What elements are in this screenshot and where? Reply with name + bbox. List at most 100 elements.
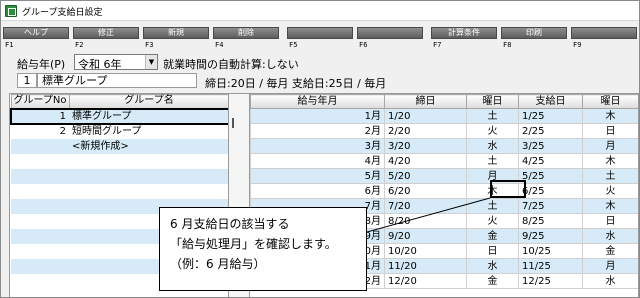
cell-pay-month[interactable]: 4月: [250, 153, 385, 169]
cell-closing-weekday[interactable]: 月: [466, 168, 519, 184]
cell-pay-weekday[interactable]: 月: [582, 258, 638, 274]
cell-closing-date[interactable]: 9/20: [384, 228, 467, 244]
fkey-f5[interactable]: F5: [287, 24, 355, 50]
cell-pay-month[interactable]: 3月: [250, 138, 385, 154]
cell-pay-month[interactable]: 6月: [250, 183, 385, 199]
cell-pay-weekday[interactable]: 木: [582, 108, 638, 124]
cell-pay-weekday[interactable]: 火: [582, 183, 638, 199]
cell-pay-date[interactable]: 8/25: [518, 213, 583, 229]
cell-closing-weekday[interactable]: 水: [466, 138, 519, 154]
fkey-f9[interactable]: F9: [571, 24, 639, 50]
cell-pay-month[interactable]: 5月: [250, 168, 385, 184]
delete-button[interactable]: 削除: [213, 27, 279, 39]
table-row[interactable]: 1月 1/20 土 1/25 木: [250, 108, 638, 124]
cell-pay-date[interactable]: 10/25: [518, 243, 583, 259]
cell-closing-date[interactable]: 3/20: [384, 138, 467, 154]
app-icon: [5, 5, 17, 17]
table-row[interactable]: 3月 3/20 水 3/25 月: [250, 138, 638, 154]
fkey-f9-button[interactable]: [571, 27, 637, 39]
table-row[interactable]: 1 標準グループ: [10, 107, 228, 125]
cell-pay-weekday[interactable]: 土: [582, 168, 638, 184]
cell-closing-weekday[interactable]: 火: [466, 213, 519, 229]
fkey-f7[interactable]: 計算条件 F7: [431, 24, 499, 50]
cell-pay-date[interactable]: 4/25: [518, 153, 583, 169]
cell-pay-date[interactable]: 2/25: [518, 123, 583, 139]
cell-closing-weekday[interactable]: 木: [466, 183, 519, 199]
cell-pay-date[interactable]: 11/25: [518, 258, 583, 274]
cell-closing-weekday[interactable]: 水: [466, 258, 519, 274]
function-key-bar: ヘルプ F1 修正 F2 新規 F3 削除 F4 F5 F6 計算条件 F7 印…: [1, 24, 639, 50]
cell-pay-date[interactable]: 7/25: [518, 198, 583, 214]
col-header-group-name[interactable]: グループ名: [68, 94, 228, 109]
fkey-f3[interactable]: 新規 F3: [143, 24, 211, 50]
fkey-f6-button[interactable]: [357, 27, 423, 39]
cell-closing-date[interactable]: 2/20: [384, 123, 467, 139]
table-row[interactable]: <新規作成>: [11, 138, 228, 154]
cell-group-no[interactable]: 1: [10, 107, 69, 125]
calc-conditions-button[interactable]: 計算条件: [431, 27, 497, 39]
cell-pay-month[interactable]: 1月: [250, 108, 385, 124]
cell-pay-date[interactable]: 1/25: [518, 108, 583, 124]
edit-button[interactable]: 修正: [73, 27, 139, 39]
fkey-f6[interactable]: F6: [357, 24, 425, 50]
cell-pay-date[interactable]: 12/25: [518, 273, 583, 289]
cell-closing-weekday[interactable]: 金: [466, 228, 519, 244]
table-row[interactable]: 2 短時間グループ: [11, 124, 228, 139]
fkey-f5-button[interactable]: [287, 27, 353, 39]
table-row[interactable]: 2月 2/20 火 2/25 日: [250, 123, 638, 139]
col-header-closing-date[interactable]: 締日: [384, 94, 467, 109]
col-header-pay-date[interactable]: 支給日: [518, 94, 583, 109]
cell-closing-weekday[interactable]: 日: [466, 243, 519, 259]
cell-pay-weekday[interactable]: 金: [582, 243, 638, 259]
cell-pay-weekday[interactable]: 月: [582, 138, 638, 154]
cell-closing-date[interactable]: 6/20: [384, 183, 467, 199]
cell-closing-date[interactable]: 10/20: [384, 243, 467, 259]
fkey-f1[interactable]: ヘルプ F1: [3, 24, 71, 50]
cell-closing-weekday[interactable]: 火: [466, 123, 519, 139]
cell-closing-date[interactable]: 8/20: [384, 213, 467, 229]
cell-closing-date[interactable]: 1/20: [384, 108, 467, 124]
table-row[interactable]: 5月 5/20 月 5/25 土: [250, 168, 638, 184]
cell-closing-weekday[interactable]: 土: [466, 153, 519, 169]
fkey-f4[interactable]: 削除 F4: [213, 24, 281, 50]
cell-closing-date[interactable]: 4/20: [384, 153, 467, 169]
cell-pay-weekday[interactable]: 日: [582, 123, 638, 139]
cell-group-name[interactable]: <新規作成>: [69, 138, 228, 154]
col-header-group-no[interactable]: グループNo: [10, 94, 70, 109]
help-button[interactable]: ヘルプ: [3, 27, 69, 39]
cell-pay-weekday[interactable]: 木: [582, 153, 638, 169]
cell-pay-month[interactable]: 2月: [250, 123, 385, 139]
cell-closing-date[interactable]: 5/20: [384, 168, 467, 184]
cell-group-no[interactable]: 2: [11, 124, 69, 139]
col-header-pay-weekday[interactable]: 曜日: [582, 94, 638, 109]
col-header-closing-weekday[interactable]: 曜日: [466, 94, 519, 109]
cell-pay-weekday[interactable]: 水: [582, 273, 638, 289]
cell-pay-date[interactable]: 6/25: [518, 183, 583, 199]
new-button[interactable]: 新規: [143, 27, 209, 39]
cell-group-no[interactable]: [11, 138, 69, 154]
year-select[interactable]: 令和 6年 ▼: [74, 54, 158, 71]
cell-pay-date[interactable]: 3/25: [518, 138, 583, 154]
cell-pay-weekday[interactable]: 日: [582, 213, 638, 229]
chevron-down-icon[interactable]: ▼: [145, 55, 157, 69]
cell-closing-weekday[interactable]: 土: [466, 108, 519, 124]
col-header-pay-month[interactable]: 給与年月: [250, 94, 385, 109]
cell-pay-weekday[interactable]: 木: [582, 198, 638, 214]
cell-group-name[interactable]: 短時間グループ: [69, 124, 228, 139]
cell-closing-date[interactable]: 12/20: [384, 273, 467, 289]
cell-closing-date[interactable]: 7/20: [384, 198, 467, 214]
splitter-handle[interactable]: [232, 118, 234, 128]
cell-group-name[interactable]: 標準グループ: [69, 107, 228, 125]
fkey-f2[interactable]: 修正 F2: [73, 24, 141, 50]
print-button[interactable]: 印刷: [501, 27, 567, 39]
cell-closing-date[interactable]: 11/20: [384, 258, 467, 274]
cell-pay-date[interactable]: 9/25: [518, 228, 583, 244]
fkey-f8[interactable]: 印刷 F8: [501, 24, 569, 50]
table-row[interactable]: 4月 4/20 土 4/25 木: [250, 153, 638, 169]
cell-closing-weekday[interactable]: 金: [466, 273, 519, 289]
cell-pay-date[interactable]: 5/25: [518, 168, 583, 184]
cell-closing-weekday[interactable]: 土: [466, 198, 519, 214]
callout-text: （例：6 月給与）: [170, 257, 266, 271]
table-row[interactable]: 6月 6/20 木 6/25 火: [250, 183, 638, 199]
cell-pay-weekday[interactable]: 水: [582, 228, 638, 244]
